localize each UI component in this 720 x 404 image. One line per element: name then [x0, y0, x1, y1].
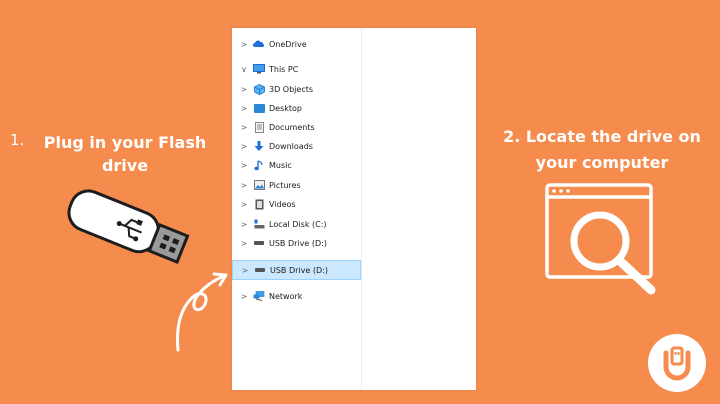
nav-item-label: Music — [269, 160, 292, 170]
nav-item-desktop[interactable]: > Desktop — [232, 99, 361, 117]
step-1-number: 1. — [10, 131, 25, 149]
desktop-icon — [253, 102, 265, 114]
nav-item-usb-drive[interactable]: > USB Drive (D:) — [232, 234, 361, 252]
pane-divider — [361, 28, 362, 390]
nav-item-label: Videos — [269, 199, 296, 209]
nav-item-label: Desktop — [269, 103, 302, 113]
cloud-icon — [253, 38, 265, 50]
file-explorer-panel: > OneDrive ∨ This PC > 3D Objects > Desk… — [232, 28, 476, 390]
step-2-line-2: your computer — [535, 153, 669, 172]
chevron-right-icon[interactable]: > — [238, 40, 250, 49]
nav-item-label: Local Disk (C:) — [269, 219, 327, 229]
search-window-icon — [545, 183, 656, 295]
nav-item-music[interactable]: > Music — [232, 156, 361, 174]
usb-flash-drive-icon — [67, 189, 190, 264]
chevron-right-icon[interactable]: > — [238, 220, 250, 229]
brand-logo-icon — [648, 334, 706, 392]
nav-item-label: USB Drive (D:) — [270, 265, 328, 275]
curly-arrow-icon — [176, 272, 228, 352]
download-icon — [253, 140, 265, 152]
step-1-text: Plug in your Flash drive — [40, 131, 210, 177]
nav-item-pictures[interactable]: > Pictures — [232, 176, 361, 194]
network-icon — [253, 290, 265, 302]
step-1-line-1: Plug in your Flash — [43, 133, 207, 152]
chevron-right-icon[interactable]: > — [238, 104, 250, 113]
nav-item-usb-drive-selected[interactable]: > USB Drive (D:) — [232, 260, 361, 280]
chevron-right-icon[interactable]: > — [238, 200, 250, 209]
step-1-line-2: drive — [101, 156, 149, 175]
nav-item-onedrive[interactable]: > OneDrive — [232, 35, 361, 53]
nav-item-label: USB Drive (D:) — [269, 238, 327, 248]
chevron-right-icon[interactable]: > — [238, 161, 250, 170]
nav-item-label: This PC — [269, 64, 299, 74]
music-icon — [253, 159, 265, 171]
nav-item-label: Network — [269, 291, 303, 301]
nav-item-this-pc[interactable]: ∨ This PC — [232, 60, 361, 78]
nav-item-local-disk[interactable]: > Local Disk (C:) — [232, 215, 361, 233]
usb-drive-icon — [254, 264, 266, 276]
chevron-right-icon[interactable]: > — [238, 181, 250, 190]
chevron-right-icon[interactable]: > — [239, 266, 251, 275]
disk-icon — [253, 218, 265, 230]
usb-drive-icon — [253, 237, 265, 249]
nav-item-network[interactable]: > Network — [232, 287, 361, 305]
video-icon — [253, 198, 265, 210]
chevron-right-icon[interactable]: > — [238, 292, 250, 301]
nav-item-3d-objects[interactable]: > 3D Objects — [232, 80, 361, 98]
picture-icon — [253, 179, 265, 191]
chevron-down-icon[interactable]: ∨ — [238, 65, 250, 74]
chevron-right-icon[interactable]: > — [238, 85, 250, 94]
step-2-text: 2. Locate the drive on your computer — [497, 124, 707, 176]
nav-item-label: Pictures — [269, 180, 301, 190]
nav-item-label: Downloads — [269, 141, 313, 151]
nav-item-label: OneDrive — [269, 39, 307, 49]
nav-item-label: 3D Objects — [269, 84, 314, 94]
nav-item-downloads[interactable]: > Downloads — [232, 137, 361, 155]
chevron-right-icon[interactable]: > — [238, 142, 250, 151]
step-2-line-1: 2. Locate the drive on — [503, 127, 701, 146]
computer-icon — [253, 63, 265, 75]
nav-item-videos[interactable]: > Videos — [232, 195, 361, 213]
document-icon — [253, 121, 265, 133]
chevron-right-icon[interactable]: > — [238, 239, 250, 248]
cube-icon — [253, 83, 265, 95]
chevron-right-icon[interactable]: > — [238, 123, 250, 132]
nav-item-label: Documents — [269, 122, 315, 132]
nav-item-documents[interactable]: > Documents — [232, 118, 361, 136]
